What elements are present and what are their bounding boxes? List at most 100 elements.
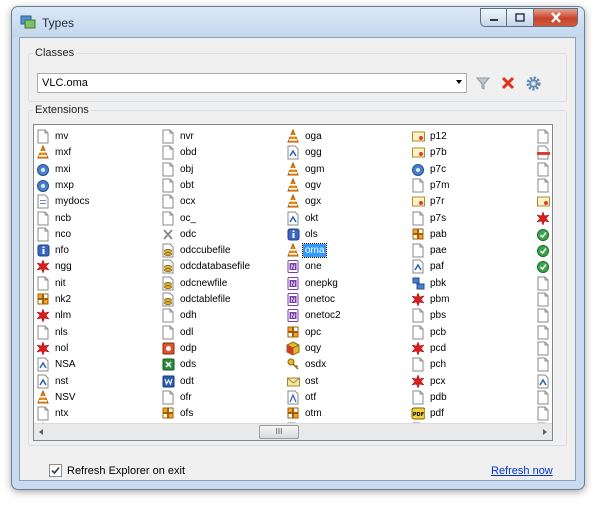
extension-item-p[interactable]: p [536,210,552,226]
extension-item-p[interactable]: p [536,389,552,405]
extension-item-p12[interactable]: p12 [411,128,449,144]
extension-item-onetoc2[interactable]: Nonetoc2 [286,307,343,323]
extension-item-ols[interactable]: ols [286,226,320,242]
extension-item-ods[interactable]: ods [161,356,198,372]
extension-item-ost[interactable]: ost [286,373,320,389]
extension-item-nvr[interactable]: nvr [161,128,196,144]
extension-item-nls[interactable]: nls [36,324,70,340]
maximize-button[interactable] [507,8,534,27]
extension-item-mxp[interactable]: mxp [36,177,76,193]
extension-item-opc[interactable]: opc [286,324,323,340]
extension-item-ogg[interactable]: ogg [286,144,324,160]
extension-item-oga[interactable]: oga [286,128,324,144]
extension-item-odt[interactable]: odt [161,373,196,389]
extensions-list[interactable]: mv mxf mxi mxp mydocs ncb nco nfo ngg nit nk2 nlm nl… [33,124,553,441]
extension-item-p[interactable]: p [536,291,552,307]
extension-item-osdx[interactable]: osdx [286,356,328,372]
extension-item-odl[interactable]: odl [161,324,195,340]
extension-item-p[interactable]: p [536,307,552,323]
extension-item-odccubefile[interactable]: odccubefile [161,242,233,258]
extension-item-p[interactable]: p [536,226,552,242]
refresh-explorer-label[interactable]: Refresh Explorer on exit [67,465,185,477]
extension-item-obj[interactable]: obj [161,161,195,177]
extension-item-pbk[interactable]: pbk [411,275,448,291]
extension-item-nco[interactable]: nco [36,226,73,242]
extension-item-ngg[interactable]: ngg [36,258,74,274]
extension-item-p[interactable]: p [536,340,552,356]
extension-item-p[interactable]: p [536,144,552,160]
extension-item-pcd[interactable]: pcd [411,340,448,356]
extension-item-p[interactable]: p [536,177,552,193]
extension-item-otm[interactable]: otm [286,405,324,421]
extension-item-oma[interactable]: oma [286,242,328,258]
minimize-button[interactable] [480,8,507,27]
extension-item-onetoc[interactable]: Nonetoc [286,291,337,307]
extension-item-oc_[interactable]: oc_ [161,210,198,226]
extension-item-mxi[interactable]: mxi [36,161,73,177]
extension-item-odp[interactable]: odp [161,340,199,356]
extension-item-p[interactable]: p [536,258,552,274]
extension-item-p[interactable]: p [536,193,552,209]
extension-item-obt[interactable]: obt [161,177,196,193]
extension-item-nk2[interactable]: nk2 [36,291,73,307]
extension-item-ntx[interactable]: ntx [36,405,70,421]
extension-item-ofr[interactable]: ofr [161,389,194,405]
extension-item-odcnewfile[interactable]: odcnewfile [161,275,229,291]
extension-item-pcx[interactable]: pcx [411,373,448,389]
extension-item-odc[interactable]: odc [161,226,198,242]
extension-item-nol[interactable]: nol [36,340,70,356]
extension-item-p7m[interactable]: p7m [411,177,451,193]
extension-item-p7c[interactable]: p7c [411,161,448,177]
extension-item-oqy[interactable]: oqy [286,340,323,356]
extension-item-mv[interactable]: mv [36,128,70,144]
extension-item-pdf[interactable]: PDF pdf [411,405,446,421]
extension-item-pbm[interactable]: pbm [411,291,451,307]
extension-item-odctablefile[interactable]: odctablefile [161,291,233,307]
extension-item-pae[interactable]: pae [411,242,449,258]
extension-item-ncb[interactable]: ncb [36,210,73,226]
extension-item-NSA[interactable]: NSA [36,356,78,372]
scroll-left-arrow-icon[interactable] [39,429,43,435]
extension-item-paf[interactable]: paf [411,258,446,274]
settings-button[interactable] [523,73,543,93]
extension-item-NSV[interactable]: NSV [36,389,78,405]
extension-item-p[interactable]: p [536,373,552,389]
extension-item-p[interactable]: p [536,242,552,258]
refresh-now-link[interactable]: Refresh now [491,465,553,477]
extension-item-p7b[interactable]: p7b [411,144,449,160]
extension-item-odh[interactable]: odh [161,307,199,323]
extension-item-ogm[interactable]: ogm [286,161,326,177]
extension-item-onepkg[interactable]: Nonepkg [286,275,340,291]
extension-item-ogv[interactable]: ogv [286,177,323,193]
extension-item-p[interactable]: p [536,324,552,340]
filter-button[interactable] [473,73,493,93]
refresh-explorer-checkbox[interactable] [49,464,62,477]
extension-item-nfo[interactable]: nfo [36,242,71,258]
extension-item-pcb[interactable]: pcb [411,324,448,340]
horizontal-scrollbar[interactable]: III [34,423,552,440]
title-bar[interactable]: Types [12,7,584,37]
delete-button[interactable] [498,73,518,93]
extension-item-nlm[interactable]: nlm [36,307,73,323]
dropdown-arrow-icon[interactable] [456,80,462,84]
scrollbar-thumb[interactable]: III [259,425,299,439]
scroll-right-arrow-icon[interactable] [543,429,547,435]
extension-item-mydocs[interactable]: mydocs [36,193,91,209]
extension-item-one[interactable]: None [286,258,324,274]
extension-item-ogx[interactable]: ogx [286,193,323,209]
extension-item-p[interactable]: p [536,405,552,421]
extension-item-p7r[interactable]: p7r [411,193,446,209]
extension-item-nst[interactable]: nst [36,373,70,389]
classes-combobox[interactable]: VLC.oma [37,73,467,93]
extension-item-pdb[interactable]: pdb [411,389,449,405]
extension-item-p[interactable]: p [536,356,552,372]
extension-item-obd[interactable]: obd [161,144,199,160]
close-button[interactable] [534,8,578,27]
extension-item-p[interactable]: p [536,161,552,177]
extension-item-pch[interactable]: pch [411,356,448,372]
extension-item-p[interactable]: p [536,128,552,144]
extension-item-okt[interactable]: okt [286,210,320,226]
extension-item-ocx[interactable]: ocx [161,193,198,209]
extension-item-otf[interactable]: otf [286,389,318,405]
extension-item-mxf[interactable]: mxf [36,144,73,160]
